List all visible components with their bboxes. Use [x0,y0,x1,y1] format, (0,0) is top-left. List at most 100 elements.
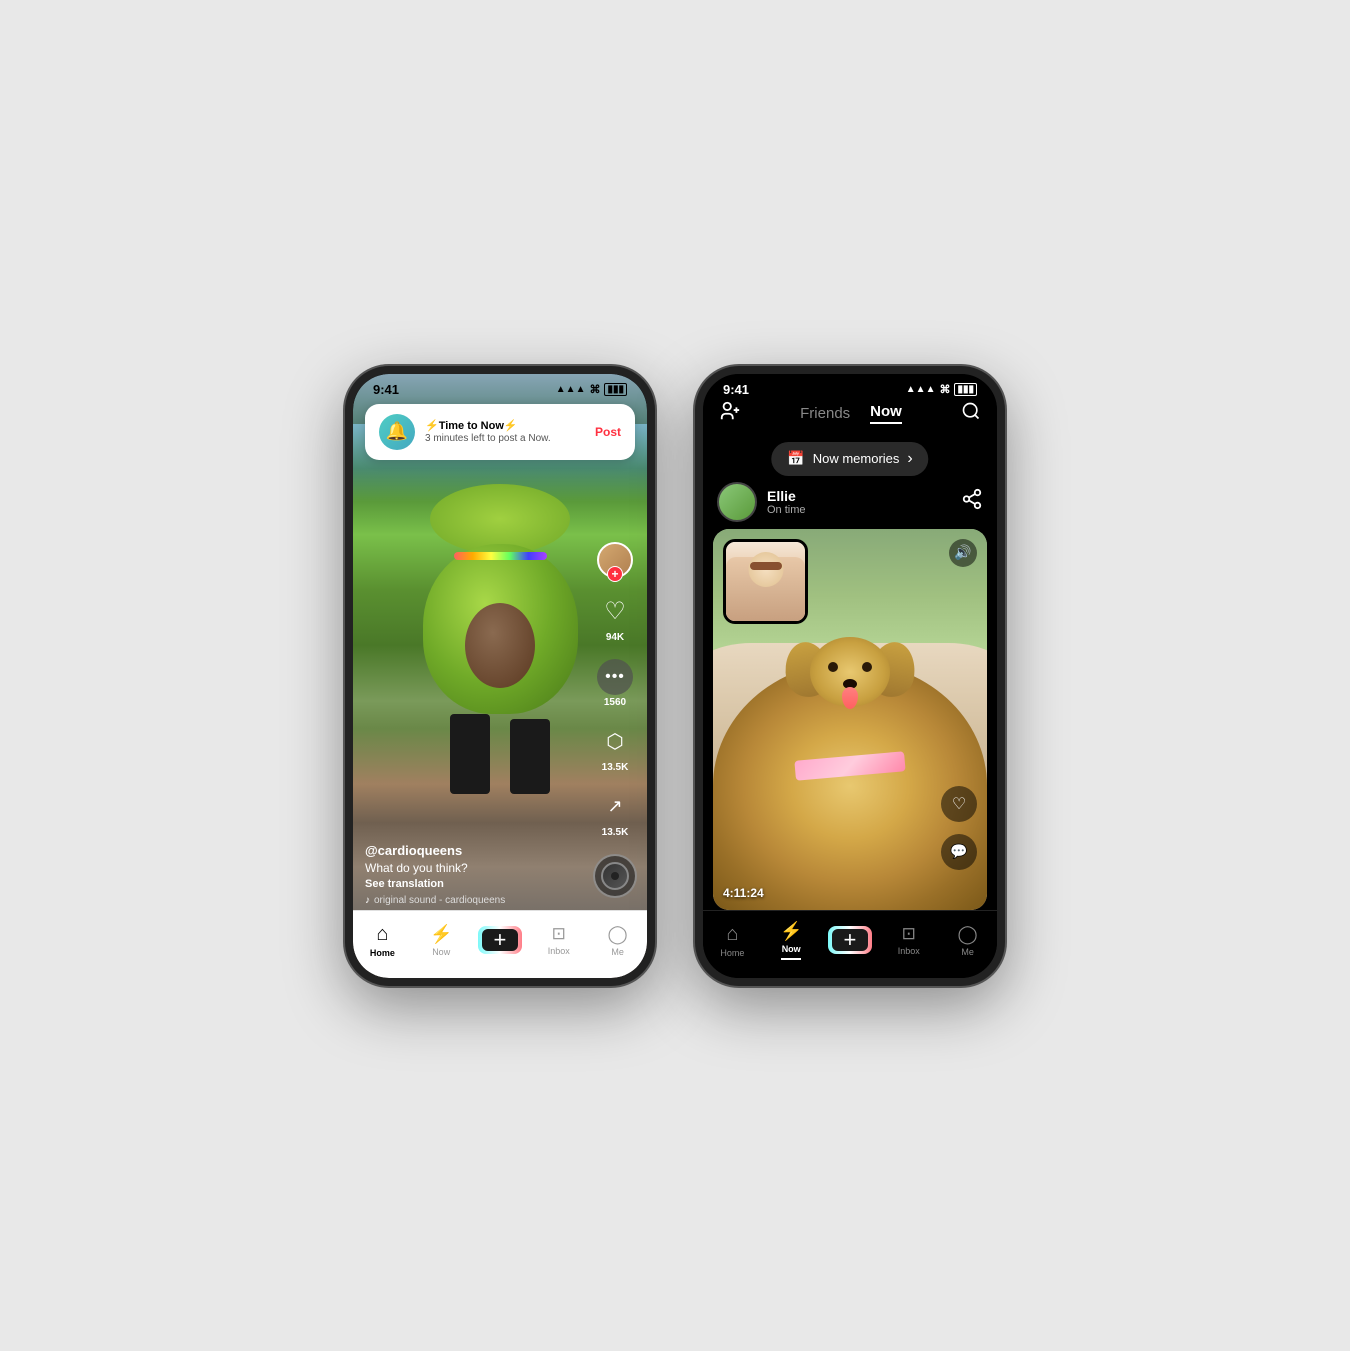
video-caption: What do you think? [365,861,505,875]
now-actions: ♡ 💬 [941,786,977,870]
notif-title: ⚡Time to Now⚡ [425,419,585,432]
nav-home-1[interactable]: ⌂ Home [353,923,412,958]
dog-face-area [800,632,900,722]
follow-plus-icon: + [607,566,623,582]
nav-now-1[interactable]: ⚡ Now [412,924,471,957]
inbox-icon-2: ⊡ [902,924,916,944]
now-header: Friends Now [703,400,997,428]
plus-button-2[interactable] [828,926,872,954]
sound-disc-icon [593,854,637,898]
video-sound[interactable]: ♪ original sound - cardioqueens [365,895,505,906]
now-label-2: Now [782,944,801,954]
bookmark-icon: ⬡ [597,724,633,760]
me-icon-1: ◯ [608,924,628,945]
like-action[interactable]: ♡ 94K [597,594,633,643]
comment-action[interactable]: ••• 1560 [597,659,633,708]
nav-home-2[interactable]: ⌂ Home [703,923,762,958]
now-like-button[interactable]: ♡ [941,786,977,822]
avocado-pit [465,603,535,688]
notif-subtitle: 3 minutes left to post a Now. [425,433,585,444]
bookmark-action[interactable]: ⬡ 13.5K [597,724,633,773]
nav-inbox-1[interactable]: ⊡ Inbox [529,924,588,956]
dog-left-eye [828,662,838,672]
status-icons-2: ▲▲▲ ⌘ ▮▮▮ [906,383,977,396]
tab-now[interactable]: Now [870,403,902,424]
sound-text: original sound - cardioqueens [374,895,505,906]
now-comment-button[interactable]: 💬 [941,834,977,870]
now-photo-area: 🔊 4:11:24 ♡ 💬 [713,529,987,910]
tab-friends[interactable]: Friends [800,405,850,422]
selfie-inset [723,539,808,624]
creator-avatar-item[interactable]: + [597,542,633,578]
music-note-icon: ♪ [365,895,370,906]
phone2-screen: 9:41 ▲▲▲ ⌘ ▮▮▮ Frie [703,374,997,978]
rainbow-band [454,552,547,560]
wifi-icon-2: ⌘ [939,383,950,396]
nav-me-2[interactable]: ◯ Me [938,924,997,957]
nav-inbox-2[interactable]: ⊡ Inbox [879,924,938,956]
user-left: Ellie On time [717,482,806,522]
notif-bell-icon: 🔔 [379,414,415,450]
status-icons-1: ▲▲▲ ⌘ ▮▮▮ [556,383,627,396]
search-icon[interactable] [961,401,981,427]
notification-banner[interactable]: 🔔 ⚡Time to Now⚡ 3 minutes left to post a… [365,404,635,460]
bottom-nav-2: ⌂ Home ⚡ Now ⊡ Inbox ◯ Me [703,910,997,978]
video-translation[interactable]: See translation [365,878,505,890]
phone-2: 9:41 ▲▲▲ ⌘ ▮▮▮ Frie [695,366,1005,986]
nav-now-2[interactable]: ⚡ Now [762,921,821,960]
comment-count: 1560 [604,697,626,708]
notif-text-block: ⚡Time to Now⚡ 3 minutes left to post a N… [425,419,585,444]
status-bar-2: 9:41 ▲▲▲ ⌘ ▮▮▮ [703,374,997,401]
avocado-costume [420,484,580,684]
status-bar-1: 9:41 ▲▲▲ ⌘ ▮▮▮ [353,374,647,401]
dog-tongue [842,687,858,709]
memories-pill[interactable]: 📅 Now memories › [771,442,928,476]
phone1-screen: 9:41 ▲▲▲ ⌘ ▮▮▮ [353,374,647,978]
speaker-icon[interactable]: 🔊 [949,539,977,567]
now-active-indicator [781,958,801,960]
video-info: @cardioqueens What do you think? See tra… [365,843,505,906]
dots-icon: ••• [597,659,633,695]
nav-plus-1[interactable] [471,926,530,954]
sound-disc-action[interactable] [593,854,637,898]
avatar-wrapper: + [597,542,633,578]
battery-icon-1: ▮▮▮ [604,383,627,396]
calendar-icon: 📅 [787,450,804,467]
status-time-2: 9:41 [723,382,749,397]
avocado-body [423,544,578,714]
dog-photo-bg: 🔊 4:11:24 ♡ 💬 [713,529,987,910]
home-icon-1: ⌂ [376,923,388,946]
video-timestamp: 4:11:24 [723,886,764,900]
share-button[interactable] [961,488,983,515]
user-info-row: Ellie On time [717,482,983,522]
wifi-icon-1: ⌘ [589,383,600,396]
like-count: 94K [606,632,624,643]
share-action[interactable]: ↗ 13.5K [597,789,633,838]
user-avatar-2[interactable] [717,482,757,522]
inbox-label-2: Inbox [898,946,920,956]
nav-plus-2[interactable] [821,926,880,954]
status-time-1: 9:41 [373,382,399,397]
user-name: Ellie [767,488,806,504]
bookmark-count: 13.5K [602,762,629,773]
me-label-2: Me [961,947,974,957]
video-username[interactable]: @cardioqueens [365,843,505,858]
battery-icon-2: ▮▮▮ [954,383,977,396]
user-status: On time [767,504,806,516]
user-details: Ellie On time [767,488,806,516]
add-friend-icon[interactable] [719,400,741,428]
right-leg [510,719,550,794]
plus-button-1[interactable] [478,926,522,954]
notif-post-button[interactable]: Post [595,425,621,439]
phones-container: 9:41 ▲▲▲ ⌘ ▮▮▮ [345,366,1005,986]
now-icon-2: ⚡ [780,921,802,942]
now-label-1: Now [432,947,450,957]
dog-head [810,637,890,707]
inbox-label-1: Inbox [548,946,570,956]
left-leg [450,714,490,794]
phone-1: 9:41 ▲▲▲ ⌘ ▮▮▮ [345,366,655,986]
memories-chevron-icon: › [907,450,912,468]
home-label-2: Home [720,948,744,958]
nav-me-1[interactable]: ◯ Me [588,924,647,957]
signal-icon-1: ▲▲▲ [556,384,586,395]
